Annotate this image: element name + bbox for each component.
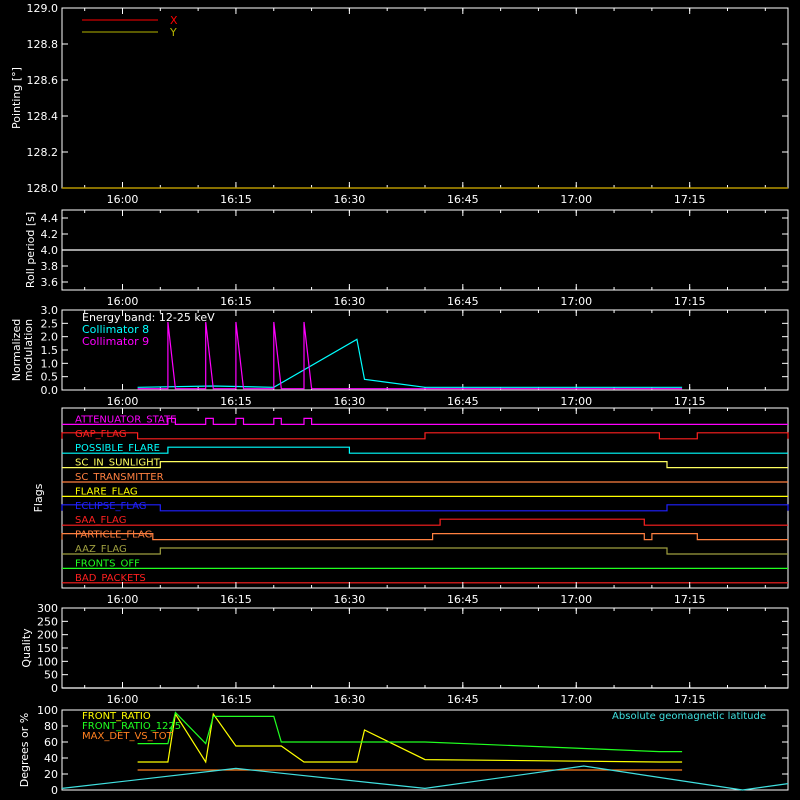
y-tick-label: 150 (37, 642, 58, 655)
x-tick-label: 16:30 (334, 593, 366, 606)
y-tick-label: 128.4 (27, 110, 59, 123)
y-tick-label: 3.8 (41, 260, 59, 273)
flag-label-sc-in-sunlight: SC_IN_SUNLIGHT (75, 458, 161, 469)
y-tick-label: 1.5 (41, 344, 59, 357)
modulation-y-label: Normalizedmodulation (10, 319, 35, 381)
x-tick-label: 16:00 (107, 395, 139, 408)
y-tick-label: 0.0 (41, 384, 59, 397)
ratios-legend-label: Absolute geomagnetic latitude (612, 711, 766, 722)
x-tick-label: 17:15 (674, 193, 706, 206)
x-tick-label: 17:00 (560, 295, 592, 308)
x-tick-label: 17:00 (560, 395, 592, 408)
x-tick-label: 17:15 (674, 693, 706, 706)
x-tick-label: 16:30 (334, 395, 366, 408)
x-tick-label: 17:15 (674, 395, 706, 408)
y-tick-label: 128.8 (27, 38, 59, 51)
x-tick-label: 17:00 (560, 593, 592, 606)
y-tick-label: 80 (44, 720, 58, 733)
y-tick-label: 60 (44, 736, 58, 749)
y-tick-label: 40 (44, 752, 58, 765)
pointing-y-label: Pointing [°] (10, 67, 23, 129)
x-tick-label: 16:00 (107, 193, 139, 206)
ratios-y-label: Degrees or % (18, 713, 31, 787)
ratios-legend-label: MAX_DET_VS_TOT (82, 731, 174, 742)
y-tick-label: 3.6 (41, 276, 59, 289)
flag-label-attenuator-state: ATTENUATOR_STATE (75, 414, 176, 425)
y-tick-label: 128.2 (27, 146, 59, 159)
flag-label-eclipse-flag: ECLIPSE_FLAG (75, 501, 146, 512)
y-tick-label: 128.6 (27, 74, 59, 87)
y-tick-label: 0.5 (41, 371, 59, 384)
quality-y-label: Quality (20, 628, 33, 668)
y-tick-label: 100 (37, 704, 58, 717)
x-tick-label: 16:15 (220, 295, 252, 308)
flags-y-label: Flags (32, 483, 45, 512)
flag-label-gap-flag: GAP_FLAG (75, 429, 127, 440)
flag-label-fronts-off: FRONTS_OFF (75, 558, 140, 569)
x-tick-label: 16:45 (447, 295, 479, 308)
flag-label-sc-transmitter: SC_TRANSMITTER (75, 472, 164, 483)
x-tick-label: 17:15 (674, 295, 706, 308)
y-tick-label: 128.0 (27, 182, 59, 195)
y-tick-label: 2.5 (41, 317, 59, 330)
x-tick-label: 16:15 (220, 395, 252, 408)
x-tick-label: 16:30 (334, 693, 366, 706)
y-tick-label: 300 (37, 602, 58, 615)
x-tick-label: 17:00 (560, 193, 592, 206)
x-tick-label: 16:30 (334, 193, 366, 206)
x-tick-label: 17:00 (560, 693, 592, 706)
x-tick-label: 16:15 (220, 593, 252, 606)
flag-label-possible-flare: POSSIBLE_FLARE (75, 443, 160, 454)
x-tick-label: 16:15 (220, 693, 252, 706)
x-tick-label: 16:45 (447, 693, 479, 706)
x-tick-label: 16:15 (220, 193, 252, 206)
flag-label-bad-packets: BAD_PACKETS (75, 573, 146, 584)
chart-canvas: 129.0 128.8 128.6 128.4 128.2 128.0 16:00 16:1… (0, 0, 800, 800)
y-tick-label: 4.0 (41, 244, 59, 257)
x-tick-label: 16:00 (107, 295, 139, 308)
flag-label-saa-flag: SAA_FLAG (75, 515, 126, 526)
modulation-y-label-line2: modulation (22, 319, 35, 381)
x-tick-label: 16:45 (447, 395, 479, 408)
y-tick-label: 200 (37, 629, 58, 642)
y-tick-label: 250 (37, 615, 58, 628)
flag-label-aaz-flag: AAZ_FLAG (75, 544, 127, 555)
x-tick-label: 16:45 (447, 193, 479, 206)
legend-label-collimator: Collimator 9 (82, 335, 149, 348)
y-tick-label: 1.0 (41, 357, 59, 370)
x-tick-label: 16:30 (334, 295, 366, 308)
y-tick-label: 0 (51, 784, 58, 797)
y-tick-label: 4.2 (41, 228, 59, 241)
y-tick-label: 50 (44, 669, 58, 682)
y-tick-label: 2.0 (41, 331, 59, 344)
x-tick-label: 17:15 (674, 593, 706, 606)
y-tick-label: 0 (51, 682, 58, 695)
y-tick-label: 4.4 (41, 212, 59, 225)
flag-label-flare-flag: FLARE_FLAG (75, 486, 138, 497)
flag-label-particle-flag: PARTICLE_FLAG (75, 530, 152, 541)
y-tick-label: 100 (37, 655, 58, 668)
x-tick-label: 16:00 (107, 593, 139, 606)
y-tick-label: 20 (44, 768, 58, 781)
legend-label-y: Y (169, 26, 177, 39)
x-tick-label: 16:00 (107, 693, 139, 706)
roll-y-label: Roll period [s] (24, 212, 37, 288)
y-tick-label: 3.0 (41, 304, 59, 317)
y-tick-label: 129.0 (27, 2, 59, 15)
x-tick-label: 16:45 (447, 593, 479, 606)
